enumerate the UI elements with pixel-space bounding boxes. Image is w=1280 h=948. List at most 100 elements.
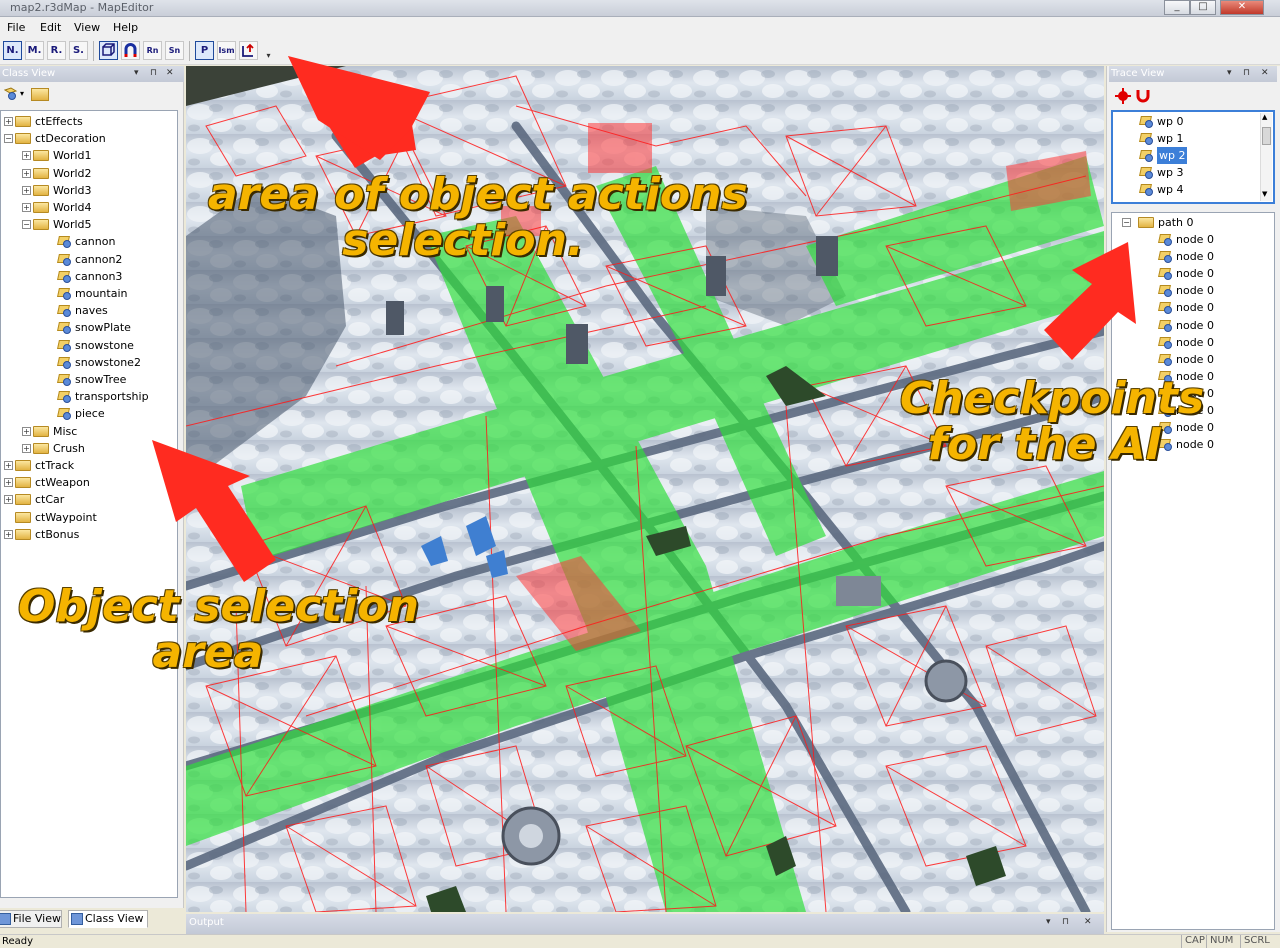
expand-icon[interactable]: + <box>4 495 13 505</box>
expand-icon[interactable]: + <box>4 461 13 470</box>
open-folder-icon[interactable] <box>31 88 49 101</box>
tree-item-transportship[interactable]: transportship <box>1 388 177 405</box>
scale-object-button[interactable]: S. <box>69 41 88 60</box>
waypoint-item[interactable]: wp 0 <box>1113 113 1259 130</box>
class-icon[interactable] <box>3 87 18 101</box>
tree-item-crush[interactable]: + Crush <box>1 440 177 457</box>
tree-item-cannon3[interactable]: cannon3 <box>1 268 177 285</box>
tree-item-cannon2[interactable]: cannon2 <box>1 251 177 268</box>
waypoint-item[interactable]: wp 3 <box>1113 164 1259 181</box>
expand-icon[interactable]: + <box>22 203 31 212</box>
pane-close-icon[interactable]: ✕ <box>1084 917 1092 927</box>
add-waypoint-icon[interactable] <box>1115 88 1131 104</box>
menu-help[interactable]: Help <box>113 21 138 34</box>
tree-item-snowstone2[interactable]: snowstone2 <box>1 354 177 371</box>
tree-item-ctdecoration[interactable]: − ctDecoration <box>1 130 177 147</box>
expand-icon[interactable]: + <box>22 426 31 436</box>
rotate-object-button[interactable]: R. <box>47 41 66 60</box>
wireframe-cube-icon[interactable] <box>99 41 118 60</box>
folder-icon <box>15 116 31 127</box>
tree-item-cannon[interactable]: cannon <box>1 233 177 250</box>
tree-item-world1[interactable]: + World1 <box>1 147 177 164</box>
pin-icon[interactable]: ⊓ <box>1062 917 1069 927</box>
tree-item-cteffects[interactable]: + ctEffects <box>1 113 177 130</box>
waypoint-item[interactable]: wp 2 <box>1113 147 1259 164</box>
expand-icon[interactable]: + <box>22 185 31 195</box>
tree-item-snowtree[interactable]: snowTree <box>1 371 177 388</box>
waypoint-list[interactable]: ▲ ▼ wp 0 wp 1 wp 2 wp 3 wp 4 <box>1111 110 1275 204</box>
expand-icon[interactable]: + <box>4 529 13 539</box>
close-button[interactable]: ✕ <box>1220 0 1264 15</box>
collapse-icon[interactable]: − <box>22 220 31 230</box>
collapse-icon[interactable]: − <box>4 134 13 144</box>
toolbar-overflow-icon[interactable]: ▾ <box>264 51 273 61</box>
isometric-button[interactable]: Ism <box>217 41 236 60</box>
tree-item-ctbonus[interactable]: + ctBonus <box>1 526 177 543</box>
magnet-icon[interactable] <box>121 41 140 60</box>
node-item[interactable]: node 0 <box>1112 299 1272 316</box>
path-mode-button[interactable]: P <box>195 41 214 60</box>
tree-item-cttrack[interactable]: + ctTrack <box>1 457 177 474</box>
node-item[interactable]: node 0 <box>1112 317 1272 334</box>
pane-menu-icon[interactable]: ▾ <box>1046 917 1051 927</box>
tree-item-ctwaypoint[interactable]: ctWaypoint <box>1 509 177 526</box>
tree-item-ctcar[interactable]: + ctCar <box>1 491 177 508</box>
menu-edit[interactable]: Edit <box>40 21 61 34</box>
tree-item-naves[interactable]: naves <box>1 302 177 319</box>
tree-item-world4[interactable]: + World4 <box>1 199 177 216</box>
tab-class-view[interactable]: Class View <box>68 910 148 928</box>
waypoint-item[interactable]: wp 4 <box>1113 181 1259 198</box>
scroll-up-icon[interactable]: ▲ <box>1262 113 1267 121</box>
scroll-down-icon[interactable]: ▼ <box>1262 190 1267 198</box>
pane-close-icon[interactable]: ✕ <box>1261 66 1269 81</box>
pane-menu-icon[interactable]: ▾ <box>1227 66 1232 81</box>
tree-item-snowstone[interactable]: snowstone <box>1 337 177 354</box>
menu-file[interactable]: File <box>7 21 25 34</box>
pin-icon[interactable]: ⊓ <box>150 66 157 81</box>
tree-item-ctweapon[interactable]: + ctWeapon <box>1 474 177 491</box>
tab-file-view[interactable]: File View <box>0 910 62 928</box>
scale-snap-button[interactable]: Sn <box>165 41 184 60</box>
new-object-button[interactable]: N. <box>3 41 22 60</box>
node-item[interactable]: node 0 <box>1112 282 1272 299</box>
tree-item-label: cannon3 <box>75 269 123 283</box>
tree-item-misc[interactable]: + Misc <box>1 423 177 440</box>
class-tree[interactable]: + ctEffects − ctDecoration + World1 + World2 + Wo… <box>0 110 178 898</box>
class-object-icon <box>57 356 71 369</box>
minimize-button[interactable]: _ <box>1164 0 1190 15</box>
expand-icon[interactable]: + <box>4 478 13 488</box>
menu-view[interactable]: View <box>74 21 100 34</box>
node-item[interactable]: node 0 <box>1112 334 1272 351</box>
expand-icon[interactable]: + <box>22 151 31 161</box>
node-item[interactable]: node 0 <box>1112 248 1272 265</box>
tree-item-snowplate[interactable]: snowPlate <box>1 319 177 336</box>
waypoint-list-scrollbar[interactable]: ▲ ▼ <box>1260 113 1272 201</box>
annotation-actions-line2: selection. <box>342 215 584 267</box>
pane-close-icon[interactable]: ✕ <box>166 66 174 81</box>
tree-item-mountain[interactable]: mountain <box>1 285 177 302</box>
expand-icon[interactable]: + <box>22 443 31 453</box>
expand-icon[interactable]: + <box>22 168 31 178</box>
dropdown-arrow-icon[interactable]: ▾ <box>20 89 24 98</box>
tree-item-world3[interactable]: + World3 <box>1 182 177 199</box>
tree-item-world5[interactable]: − World5 <box>1 216 177 233</box>
node-item[interactable]: node 0 <box>1112 231 1272 248</box>
magnet-icon[interactable] <box>1135 88 1151 104</box>
path-item[interactable]: − path 0 <box>1112 214 1272 231</box>
export-icon[interactable] <box>239 41 258 60</box>
path-tree[interactable]: − path 0 node 0 node 0 node 0 node 0 node 0 nod… <box>1111 212 1275 930</box>
pane-menu-icon[interactable]: ▾ <box>134 66 139 81</box>
scroll-thumb[interactable] <box>1262 127 1271 145</box>
maximize-button[interactable]: □ <box>1190 0 1216 15</box>
tree-item-world2[interactable]: + World2 <box>1 165 177 182</box>
waypoint-item[interactable]: wp 1 <box>1113 130 1259 147</box>
node-item[interactable]: node 0 <box>1112 265 1272 282</box>
node-item[interactable]: node 0 <box>1112 351 1272 368</box>
expand-icon[interactable]: + <box>4 117 13 126</box>
output-pane-header: Output ▾ ⊓ ✕ <box>186 914 1104 934</box>
tree-item-piece[interactable]: piece <box>1 405 177 422</box>
collapse-icon[interactable]: − <box>1122 218 1131 227</box>
move-object-button[interactable]: M. <box>25 41 44 60</box>
pin-icon[interactable]: ⊓ <box>1243 66 1250 81</box>
rotate-snap-button[interactable]: Rn <box>143 41 162 60</box>
